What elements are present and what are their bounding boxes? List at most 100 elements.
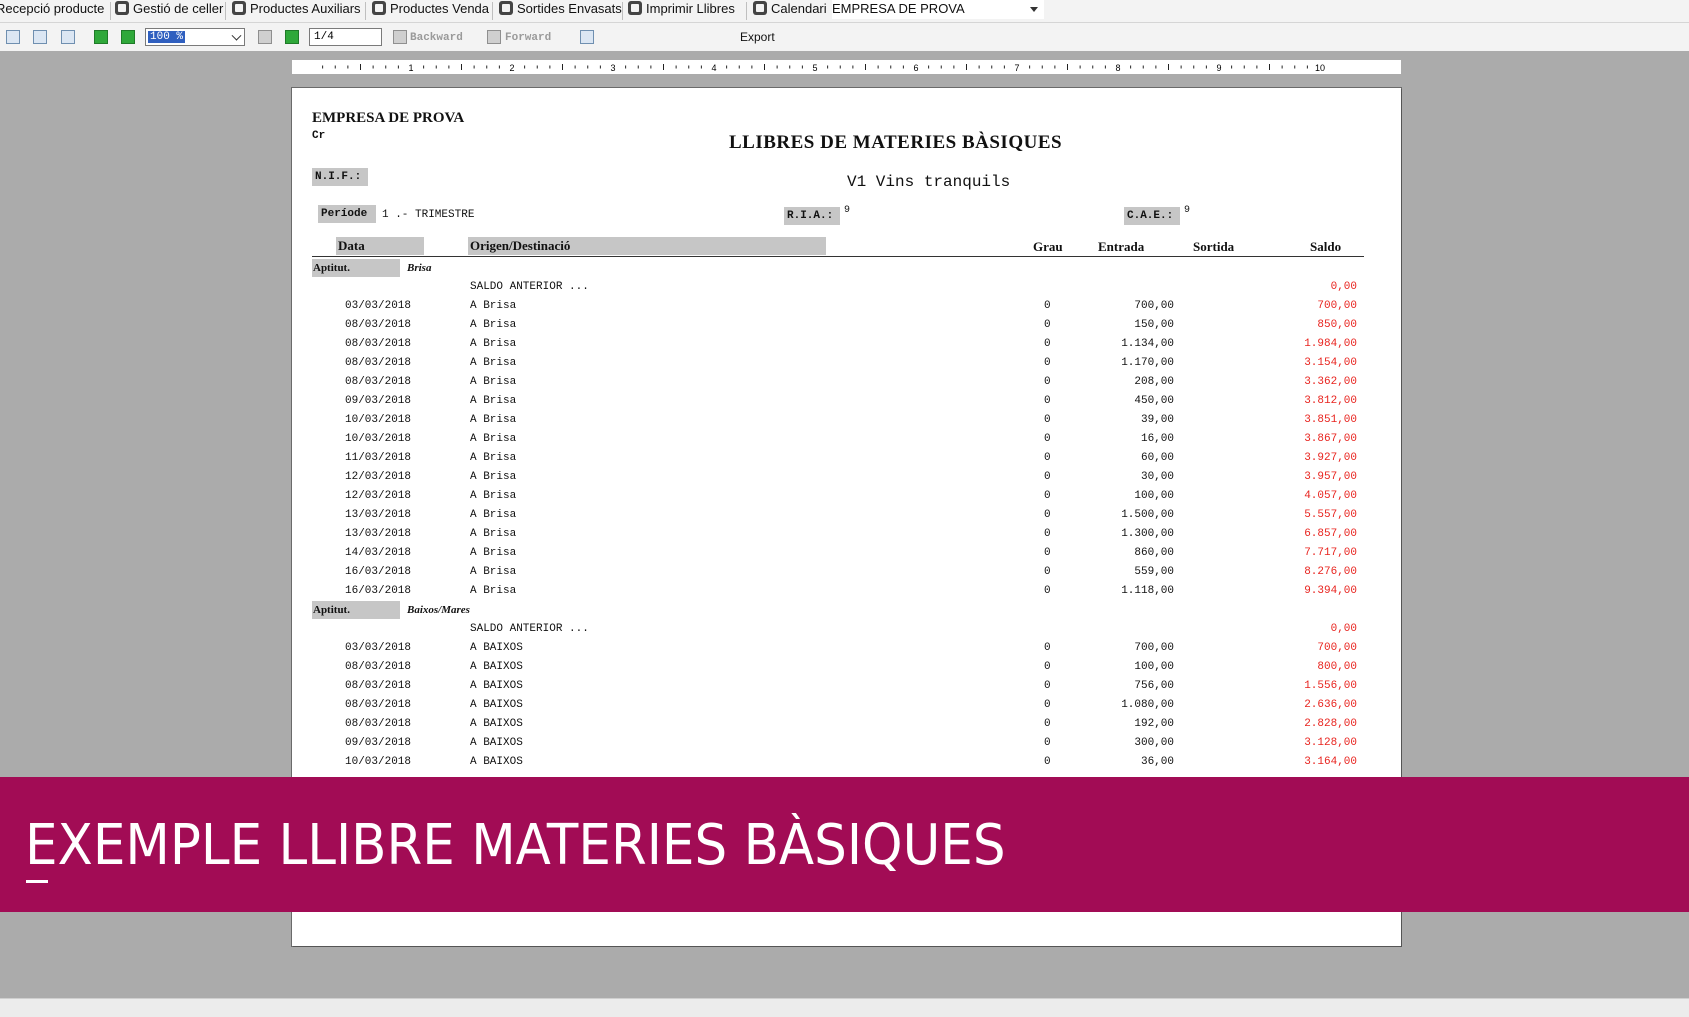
table-row: 10/03/2018 A BAIXOS 0 36,00 3.164,00 xyxy=(292,752,1401,771)
company-select-value: EMPRESA DE PROVA xyxy=(832,1,965,16)
aptitut-row: Aptitut. Brisa xyxy=(292,258,1401,277)
nav-label: Productes Auxiliars xyxy=(250,1,361,16)
company-select[interactable]: EMPRESA DE PROVA xyxy=(832,0,1044,19)
aptitut-label: Aptitut. xyxy=(312,601,400,619)
cell-grau: 0 xyxy=(1044,566,1051,578)
page-width-icon[interactable] xyxy=(61,30,75,44)
separator xyxy=(746,2,747,20)
table-row: 08/03/2018 A BAIXOS 0 1.080,00 2.636,00 xyxy=(292,695,1401,714)
cell-date: 08/03/2018 xyxy=(345,357,412,369)
export-button[interactable]: Export xyxy=(740,30,775,44)
cell-grau: 0 xyxy=(1044,319,1051,331)
cell-entrada: 1.118,00 xyxy=(1121,585,1174,597)
report-table: Aptitut. Brisa SALDO ANTERIOR ... 0,00 03/03… xyxy=(292,258,1401,771)
chevron-down-icon xyxy=(231,30,242,41)
zoom-select[interactable]: 100 % xyxy=(145,28,245,46)
table-row: 10/03/2018 A Brisa 0 39,00 3.851,00 xyxy=(292,410,1401,429)
table-row: 12/03/2018 A Brisa 0 30,00 3.957,00 xyxy=(292,467,1401,486)
separator xyxy=(492,2,493,20)
nav-sortides-envasats[interactable]: Sortides Envasats xyxy=(499,0,622,22)
cell-origen: A Brisa xyxy=(470,452,517,464)
horizontal-ruler: 1 2 3 4 5 6 7 8 9 10 xyxy=(292,60,1401,74)
table-row: 09/03/2018 A Brisa 0 450,00 3.812,00 xyxy=(292,391,1401,410)
cell-date: 10/03/2018 xyxy=(345,433,412,445)
page-number-input[interactable]: 1/4 xyxy=(309,28,382,46)
cell-origen: A Brisa xyxy=(470,338,517,350)
ruler-label: 10 xyxy=(1315,63,1325,73)
nav-productes-auxiliars[interactable]: Productes Auxiliars xyxy=(232,0,361,22)
cell-grau: 0 xyxy=(1044,452,1051,464)
table-row: 08/03/2018 A Brisa 0 208,00 3.362,00 xyxy=(292,372,1401,391)
cae-label: C.A.E.: xyxy=(1124,207,1180,225)
chevron-down-icon xyxy=(1030,7,1038,12)
next-page-icon[interactable] xyxy=(285,30,299,44)
ruler-label: 8 xyxy=(1115,63,1120,73)
cell-saldo: 3.362,00 xyxy=(1304,376,1357,388)
cell-saldo: 850,00 xyxy=(1317,319,1357,331)
cell-saldo: 3.957,00 xyxy=(1304,471,1357,483)
zoom-in-icon[interactable] xyxy=(94,30,108,44)
cell-origen: A BAIXOS xyxy=(470,699,523,711)
ruler-label: 7 xyxy=(1014,63,1019,73)
cell-date: 08/03/2018 xyxy=(345,699,412,711)
col-header-entrada: Entrada xyxy=(1098,239,1145,254)
cell-origen: A Brisa xyxy=(470,471,517,483)
nif-label: N.I.F.: xyxy=(312,168,368,186)
zoom-out-icon[interactable] xyxy=(121,30,135,44)
ruler-label: 2 xyxy=(509,63,514,73)
backward-button[interactable]: Backward xyxy=(410,32,463,44)
table-row: 12/03/2018 A Brisa 0 100,00 4.057,00 xyxy=(292,486,1401,505)
cell-origen: A BAIXOS xyxy=(470,756,523,768)
ruler-ticks: 1 2 3 4 5 6 7 8 9 10 xyxy=(322,63,1325,73)
single-page-icon[interactable] xyxy=(6,30,20,44)
report-subtitle: V1 Vins tranquils xyxy=(847,173,1011,191)
nav-gestio-celler[interactable]: Gestió de celler xyxy=(115,0,223,22)
nav-productes-venda[interactable]: Productes Venda xyxy=(372,0,489,22)
cell-date: 10/03/2018 xyxy=(345,756,412,768)
nav-label: Gestió de celler xyxy=(133,1,224,16)
first-page-icon[interactable] xyxy=(258,30,272,44)
nav-label: Recepció producte xyxy=(0,1,105,16)
cell-entrada: 1.300,00 xyxy=(1121,528,1174,540)
cell-origen: A Brisa xyxy=(470,547,517,559)
cell-origen: A Brisa xyxy=(470,585,517,597)
cell-saldo: 2.636,00 xyxy=(1304,699,1357,711)
separator xyxy=(110,2,111,20)
col-header-sortida: Sortida xyxy=(1193,239,1235,254)
cell-origen: A Brisa xyxy=(470,300,517,312)
saldo-anterior-value: 0,00 xyxy=(1330,281,1357,293)
ria-value: 9 xyxy=(844,205,851,216)
col-header-saldo: Saldo xyxy=(1310,239,1342,254)
page-number-value: 1/4 xyxy=(314,31,334,43)
cae-value: 9 xyxy=(1184,205,1191,216)
backward-icon xyxy=(393,30,407,44)
cell-entrada: 700,00 xyxy=(1134,642,1174,654)
cell-entrada: 150,00 xyxy=(1134,319,1174,331)
cell-origen: A Brisa xyxy=(470,319,517,331)
cell-date: 09/03/2018 xyxy=(345,737,412,749)
status-bar xyxy=(0,998,1689,1017)
col-header-data: Data xyxy=(336,237,424,255)
print-icon[interactable] xyxy=(580,30,594,44)
cell-date: 16/03/2018 xyxy=(345,585,412,597)
cell-entrada: 860,00 xyxy=(1134,547,1174,559)
cell-origen: A Brisa xyxy=(470,357,517,369)
table-row: 16/03/2018 A Brisa 0 1.118,00 9.394,00 xyxy=(292,581,1401,600)
cell-grau: 0 xyxy=(1044,756,1051,768)
multi-page-icon[interactable] xyxy=(33,30,47,44)
nav-label: Productes Venda xyxy=(390,1,490,16)
cell-date: 13/03/2018 xyxy=(345,509,412,521)
nav-calendari[interactable]: Calendari xyxy=(753,0,827,22)
report-title: LLIBRES DE MATERIES BÀSIQUES xyxy=(729,132,1063,153)
ruler-label: 1 xyxy=(408,63,413,73)
cell-date: 08/03/2018 xyxy=(345,319,412,331)
cell-date: 12/03/2018 xyxy=(345,490,412,502)
cell-entrada: 700,00 xyxy=(1134,300,1174,312)
header-rule xyxy=(312,256,1364,257)
nav-imprimir-llibres[interactable]: Imprimir Llibres xyxy=(628,0,735,22)
forward-button[interactable]: Forward xyxy=(505,32,551,44)
cell-grau: 0 xyxy=(1044,376,1051,388)
nav-recepcio-producte[interactable]: Recepció producte xyxy=(0,0,104,22)
cell-origen: A BAIXOS xyxy=(470,661,523,673)
cell-date: 08/03/2018 xyxy=(345,338,412,350)
